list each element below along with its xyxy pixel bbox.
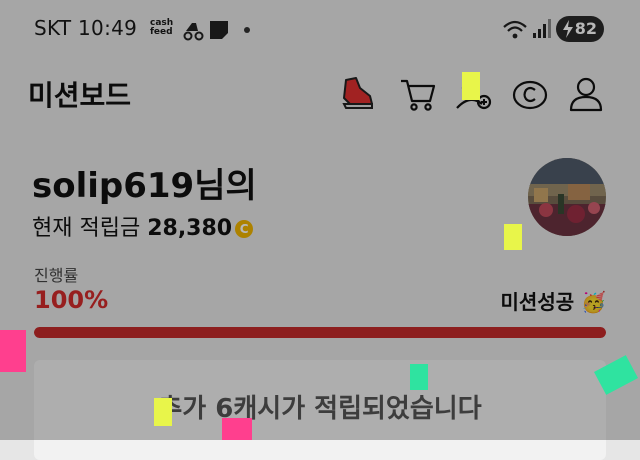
confetti-piece: [504, 224, 522, 250]
cart-icon[interactable]: [398, 74, 438, 114]
battery-level: 82: [574, 19, 597, 38]
charging-bolt-icon: [563, 20, 573, 38]
carrier-time: SKT 10:49: [34, 16, 138, 40]
sneaker-icon[interactable]: [338, 74, 378, 114]
more-notifications-dot: [244, 27, 250, 33]
status-bar: SKT 10:49 cash feed 82: [0, 0, 640, 58]
points-label: 현재 적립금: [32, 216, 141, 241]
progress-value: 100%: [34, 286, 109, 314]
reward-message: 추가 6캐시가 적립되었습니다: [158, 394, 482, 424]
cash-coin-icon[interactable]: [510, 74, 550, 114]
confetti-piece: [462, 72, 480, 100]
note-notification-icon: [210, 21, 228, 39]
mission-success-label: 미션성공 🥳: [500, 290, 606, 314]
cashfeed-icon: cash feed: [150, 18, 174, 37]
profile-icon[interactable]: [566, 74, 606, 114]
confetti-piece: [154, 398, 172, 426]
progress-bar-fill: [34, 327, 606, 338]
avatar[interactable]: [528, 158, 606, 236]
signal-icon: [533, 19, 551, 38]
page-title: 미션보드: [28, 79, 132, 112]
delivery-notification-icon: [183, 23, 204, 41]
coin-icon: C: [235, 220, 254, 238]
confetti-piece: [0, 330, 26, 372]
wifi-5g-icon: [503, 20, 527, 39]
progress-bar: [34, 327, 606, 338]
points-value: 28,380: [147, 216, 233, 241]
confetti-piece: [222, 418, 252, 440]
progress-label: 진행률: [34, 266, 79, 285]
reward-message-card: 추가 6캐시가 적립되었습니다: [34, 360, 606, 460]
user-greeting: solip619님의: [32, 166, 257, 206]
current-points: 현재 적립금 28,380 C: [32, 210, 254, 242]
confetti-piece: [410, 364, 428, 390]
